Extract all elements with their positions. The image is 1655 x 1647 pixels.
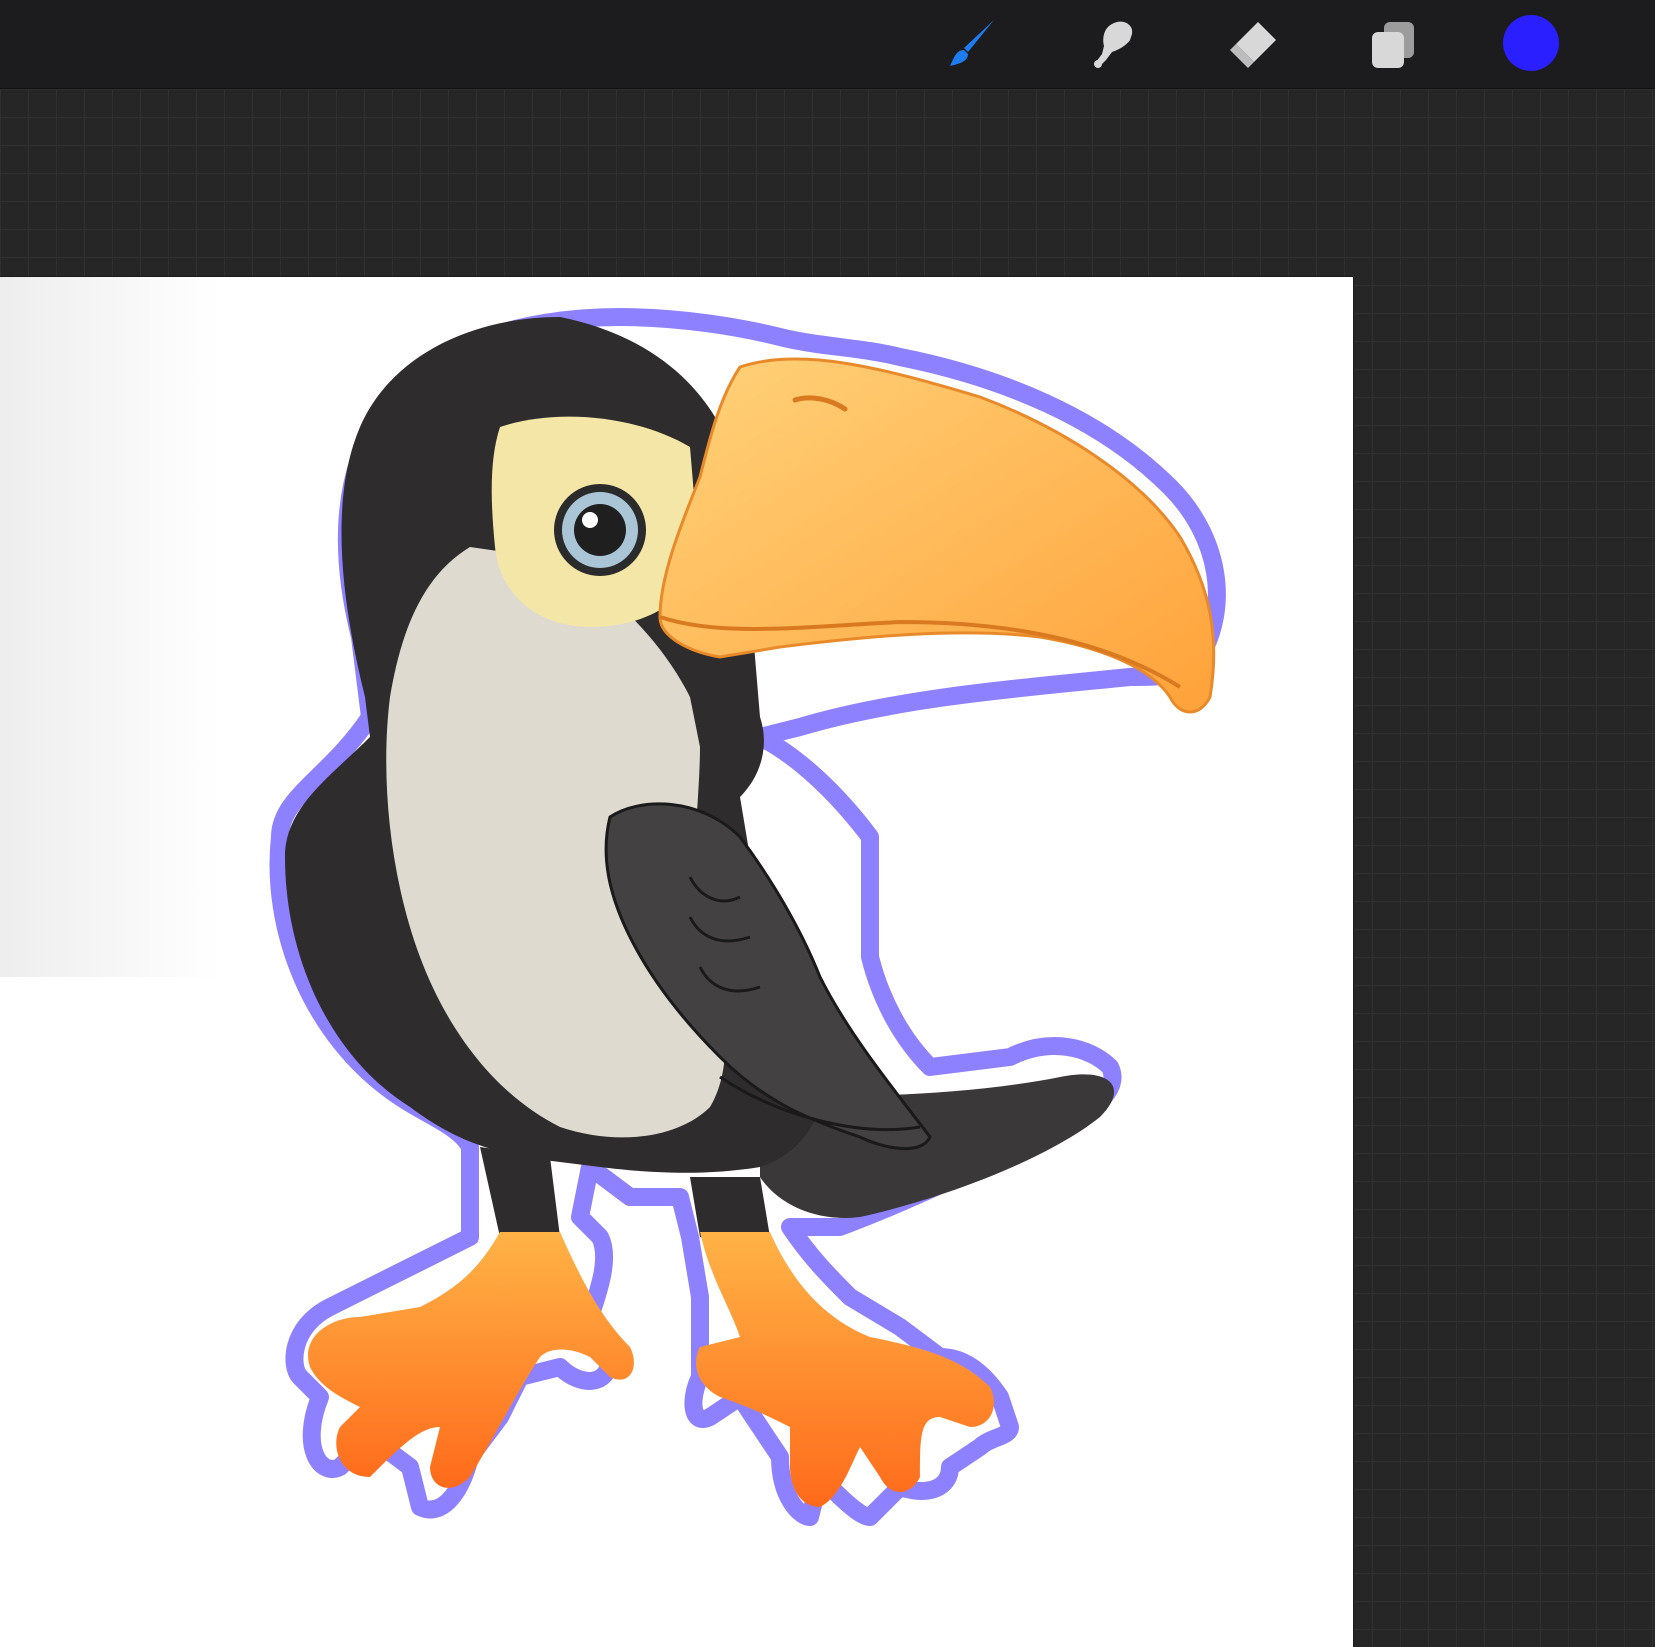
eraser-icon bbox=[1230, 22, 1276, 68]
color-picker-button[interactable] bbox=[1502, 14, 1560, 72]
eraser-tool-button[interactable] bbox=[1222, 14, 1282, 74]
drawing-canvas[interactable] bbox=[0, 277, 1353, 1647]
current-color-swatch bbox=[1503, 15, 1559, 71]
canvas-workspace bbox=[0, 89, 1655, 1647]
brush-tool-button[interactable] bbox=[942, 14, 1002, 74]
top-toolbar bbox=[0, 0, 1655, 89]
smudge-tool-button[interactable] bbox=[1082, 14, 1142, 74]
layers-tool-button[interactable] bbox=[1362, 14, 1422, 74]
toucan-illustration bbox=[269, 308, 1226, 1526]
layers-icon bbox=[1372, 22, 1414, 68]
brush-icon bbox=[950, 20, 994, 66]
smudge-icon bbox=[1094, 21, 1133, 68]
procreate-app bbox=[0, 0, 1655, 1647]
